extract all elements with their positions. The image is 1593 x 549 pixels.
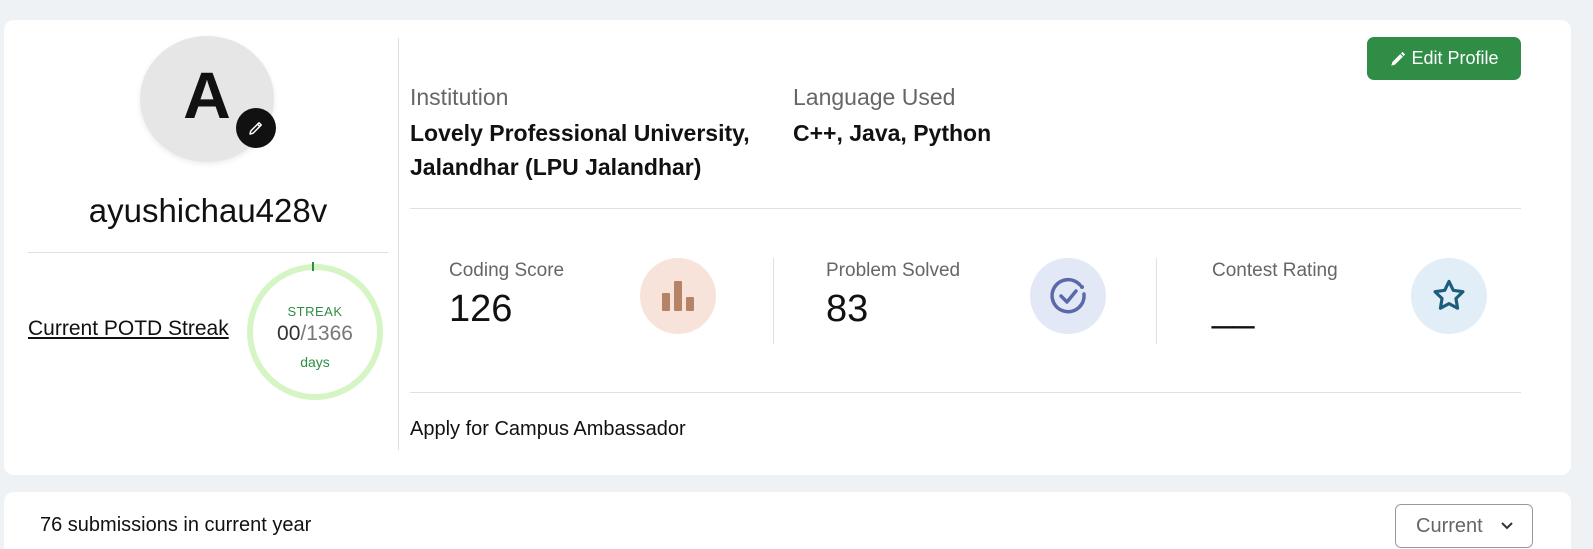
language-value: C++, Java, Python bbox=[793, 120, 992, 146]
star-icon bbox=[1433, 279, 1465, 310]
stat-separator bbox=[773, 258, 774, 344]
stat-separator bbox=[1156, 258, 1157, 344]
divider bbox=[28, 252, 388, 253]
avatar-edit-button[interactable] bbox=[236, 108, 276, 148]
streak-progress-tick bbox=[312, 262, 314, 271]
streak-max: 1366 bbox=[306, 322, 353, 345]
pencil-icon bbox=[1391, 51, 1406, 66]
coding-score-label: Coding Score bbox=[449, 260, 565, 281]
contest-rating-value: __ bbox=[1212, 288, 1255, 330]
divider bbox=[410, 208, 1521, 209]
year-select[interactable]: Current bbox=[1395, 504, 1533, 548]
contest-rating-badge bbox=[1411, 258, 1487, 334]
check-circle-icon bbox=[1050, 277, 1086, 314]
institution-label: Institution bbox=[410, 84, 509, 110]
potd-streak-link[interactable]: Current POTD Streak bbox=[28, 317, 229, 341]
vertical-divider bbox=[398, 38, 399, 450]
streak-count: 00/1366 bbox=[247, 322, 383, 346]
edit-profile-label: Edit Profile bbox=[1411, 48, 1499, 68]
contest-rating-label: Contest Rating bbox=[1212, 260, 1338, 281]
coding-score-badge bbox=[640, 258, 716, 334]
language-label: Language Used bbox=[793, 84, 956, 110]
divider bbox=[410, 392, 1521, 393]
campus-ambassador-link[interactable]: Apply for Campus Ambassador bbox=[410, 418, 686, 441]
streak-label: STREAK bbox=[287, 304, 343, 319]
pencil-icon bbox=[249, 122, 262, 135]
coding-score-value: 126 bbox=[449, 288, 513, 330]
bar-chart-icon bbox=[662, 281, 694, 311]
problems-solved-badge bbox=[1030, 258, 1106, 334]
streak-current: 00 bbox=[277, 322, 301, 345]
submissions-count: 76 submissions in current year bbox=[40, 514, 312, 536]
year-select-value: Current bbox=[1416, 514, 1483, 537]
streak-unit: days bbox=[300, 354, 330, 370]
profile-card: A ayushichau428v Current POTD Streak STR… bbox=[4, 20, 1571, 475]
edit-profile-button[interactable]: Edit Profile bbox=[1367, 37, 1521, 80]
problems-solved-value: 83 bbox=[826, 288, 869, 330]
institution-line-2: Jalandhar (LPU Jalandhar) bbox=[410, 154, 702, 180]
submissions-card: 76 submissions in current year Current bbox=[4, 492, 1571, 549]
institution-value: Lovely Professional University, Jalandha… bbox=[410, 116, 750, 184]
problems-solved-label: Problem Solved bbox=[826, 260, 961, 281]
username: ayushichau428v bbox=[88, 192, 328, 229]
chevron-down-icon bbox=[1500, 522, 1513, 530]
institution-line-1: Lovely Professional University, bbox=[410, 120, 750, 146]
